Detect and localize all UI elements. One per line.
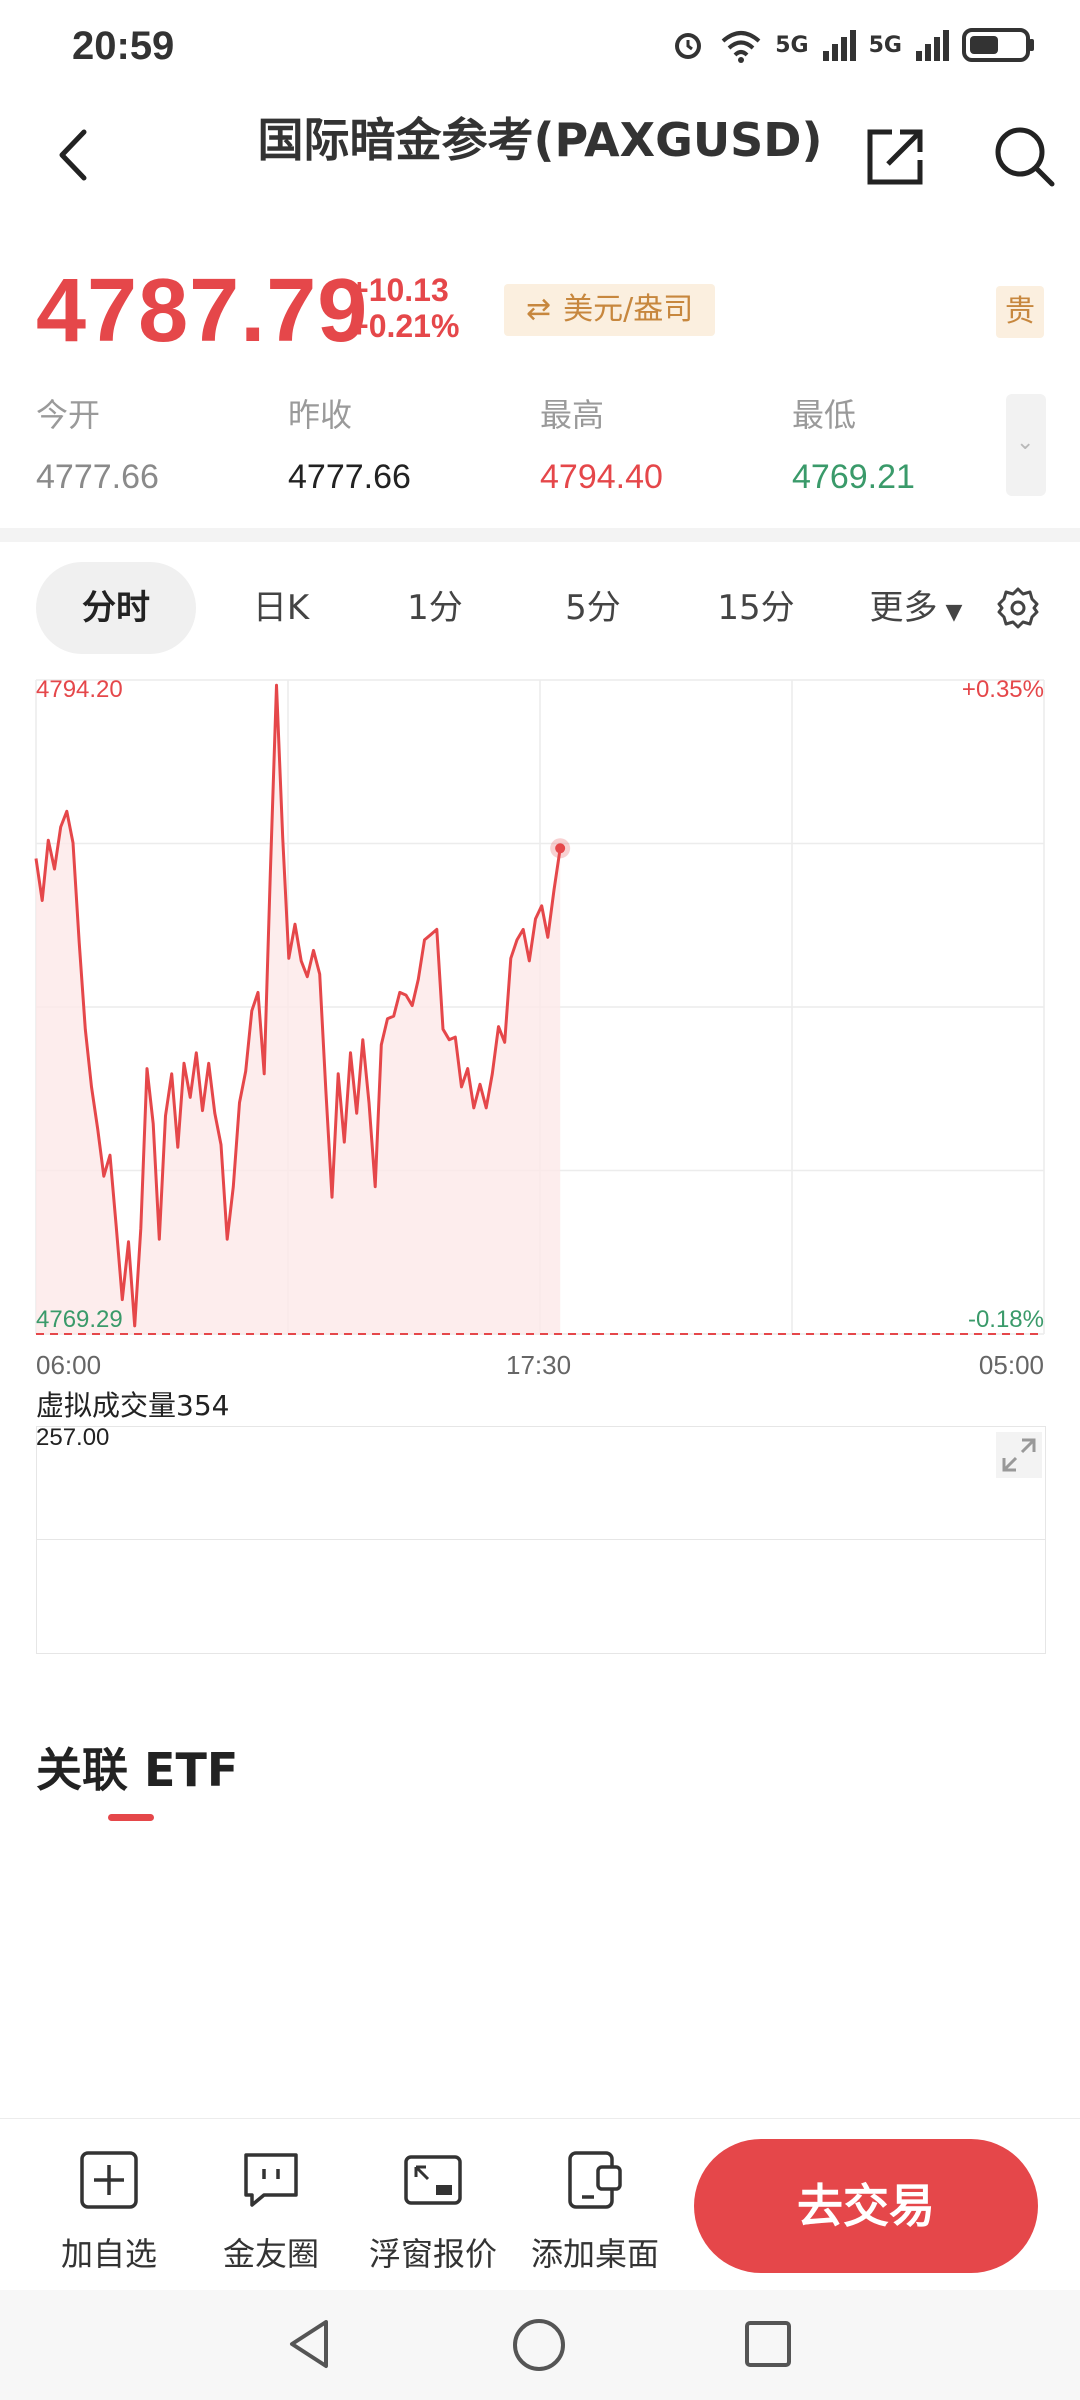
nav-back-icon[interactable] <box>282 2316 338 2372</box>
y-max-label: 4794.20 <box>36 676 123 703</box>
signal-label-2: 5G <box>868 32 902 58</box>
stat-value: 4794.40 <box>540 458 663 496</box>
chevron-down-icon: ⌄ <box>1016 430 1035 455</box>
trade-button[interactable]: 去交易 <box>694 2139 1038 2273</box>
intraday-chart <box>34 679 1045 1335</box>
etf-tab-indicator <box>108 1814 154 1821</box>
floating-window-icon <box>404 2155 462 2205</box>
tab-15min[interactable]: 15分 <box>696 562 816 654</box>
stat-open: 今开 4777.66 <box>36 390 236 497</box>
status-time: 20:59 <box>72 24 175 68</box>
period-tabs: 分时 日K 1分 5分 15分 更多 ▼ <box>0 562 1080 658</box>
tab-more[interactable]: 更多 ▼ <box>856 562 976 654</box>
stat-value: 4769.21 <box>792 458 915 496</box>
tab-daily-k[interactable]: 日K <box>226 562 336 654</box>
y-min-label: 4769.29 <box>36 1306 123 1333</box>
last-price: 4787.79 <box>36 261 369 361</box>
gear-icon[interactable] <box>996 586 1040 630</box>
tab-1min[interactable]: 1分 <box>380 562 490 654</box>
header: 国际暗金参考(PAXGUSD) <box>0 100 1080 220</box>
add-to-desktop-button[interactable]: 添加桌面 <box>520 2149 670 2275</box>
pct-min-label: -0.18% <box>967 1306 1044 1333</box>
stat-value: 4777.66 <box>288 458 411 496</box>
stats-row: 今开 4777.66 昨收 4777.66 最高 4794.40 最低 4769… <box>0 390 1080 510</box>
price-change: +10.13 +0.21% <box>350 272 459 344</box>
swap-icon: ⇄ <box>526 292 552 327</box>
bottom-action-bar: 加自选 金友圈 浮窗报价 添加桌面 去交易 <box>0 2118 1080 2288</box>
nav-recents-icon[interactable] <box>742 2318 794 2370</box>
status-bar: 20:59 5G 5G <box>0 0 1080 100</box>
stats-expand-button[interactable]: ⌄ <box>1006 394 1046 496</box>
alarm-icon <box>675 33 702 59</box>
last-point <box>555 843 566 854</box>
share-icon[interactable] <box>860 122 930 192</box>
search-icon[interactable] <box>990 122 1060 192</box>
add-to-desktop-label: 添加桌面 <box>530 2235 659 2273</box>
unit-toggle[interactable]: ⇄ 美元/盎司 <box>504 284 716 336</box>
signal-icon-2 <box>916 30 949 61</box>
nav-home-icon[interactable] <box>510 2316 568 2374</box>
volume-gridline <box>37 1539 1045 1540</box>
add-watchlist-icon <box>80 2151 138 2209</box>
add-watchlist-label: 加自选 <box>60 2235 157 2273</box>
stat-label: 昨收 <box>288 396 353 434</box>
tab-more-label: 更多 <box>869 588 938 628</box>
volume-value: 257.00 <box>36 1424 110 1451</box>
battery-icon <box>962 28 1034 62</box>
section-divider <box>0 528 1080 542</box>
caret-down-icon: ▼ <box>945 600 963 625</box>
x-tick-label: 06:00 <box>36 1350 102 1380</box>
tab-5min[interactable]: 5分 <box>538 562 648 654</box>
community-label: 金友圈 <box>222 2235 319 2273</box>
price-area-fill <box>36 685 561 1334</box>
change-absolute: +10.13 <box>350 272 449 308</box>
stat-high: 最高 4794.40 <box>540 390 740 497</box>
chat-bubble-icon <box>244 2153 298 2207</box>
signal-icon <box>822 30 856 61</box>
fullscreen-icon[interactable] <box>996 1432 1042 1478</box>
stat-label: 最低 <box>792 396 857 434</box>
pct-max-label: +0.35% <box>961 676 1044 703</box>
volume-panel <box>36 1426 1046 1654</box>
stat-low: 最低 4769.21 <box>792 390 992 497</box>
price-row: 4787.79 +10.13 +0.21% ⇄ 美元/盎司 贵 <box>0 250 1080 370</box>
etf-section-title[interactable]: 关联 ETF <box>36 1734 238 1800</box>
unit-label: 美元/盎司 <box>563 292 694 327</box>
add-desktop-icon <box>568 2151 622 2209</box>
stat-value: 4777.66 <box>36 458 159 496</box>
tab-intraday[interactable]: 分时 <box>36 562 196 654</box>
x-tick-label: 05:00 <box>978 1350 1044 1380</box>
wifi-icon <box>721 31 761 63</box>
status-icons: 5G 5G <box>669 26 1036 64</box>
volume-label: 虚拟成交量354 <box>36 1389 230 1422</box>
back-icon[interactable] <box>40 120 110 190</box>
floating-quote-label: 浮窗报价 <box>368 2235 497 2273</box>
floating-quote-button[interactable]: 浮窗报价 <box>358 2149 508 2275</box>
category-tag: 贵 <box>996 286 1044 338</box>
stat-prev-close: 昨收 4777.66 <box>288 390 488 497</box>
x-tick-label: 17:30 <box>506 1350 572 1380</box>
community-button[interactable]: 金友圈 <box>196 2149 346 2275</box>
system-nav-bar <box>0 2290 1080 2400</box>
signal-label-1: 5G <box>775 32 809 58</box>
stat-label: 最高 <box>540 396 605 434</box>
change-percent: +0.21% <box>350 308 460 344</box>
add-watchlist-button[interactable]: 加自选 <box>34 2149 184 2275</box>
page-title: 国际暗金参考(PAXGUSD) <box>257 113 823 167</box>
stat-label: 今开 <box>36 396 101 434</box>
